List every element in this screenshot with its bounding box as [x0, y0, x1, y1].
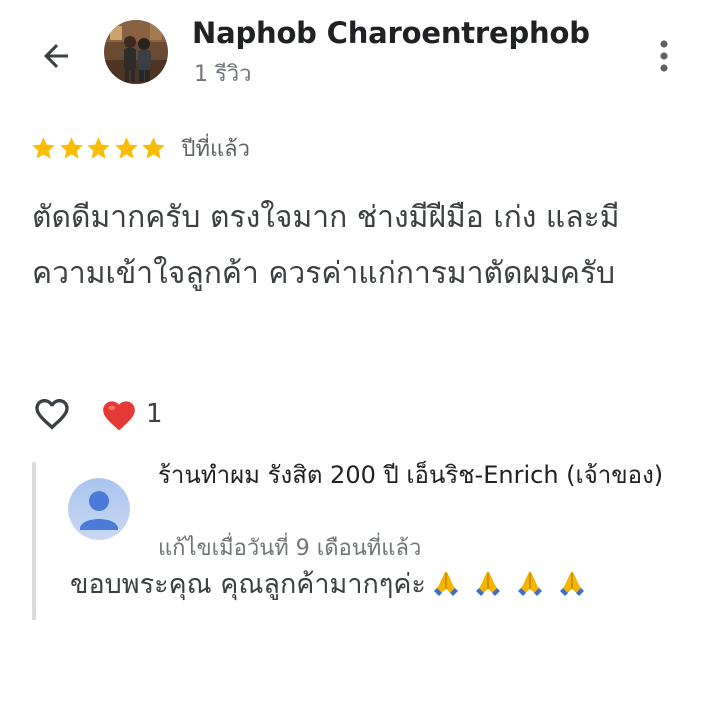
person-icon: [68, 478, 130, 540]
folded-hands-icon: [475, 571, 500, 596]
red-heart-icon: [103, 401, 135, 431]
star-icon: [114, 136, 138, 159]
folded-hands-icon: [517, 571, 542, 596]
review-count: 1 รีวิว: [194, 62, 252, 87]
reviewer-avatar[interactable]: [104, 20, 168, 84]
like-button[interactable]: [32, 392, 72, 436]
reaction-count: 1: [146, 399, 163, 429]
owner-reply: ร้านทำผม รังสิต 200 ปี เอ็นริช-Enrich (เ…: [32, 461, 692, 620]
more-vert-icon: [660, 40, 668, 72]
owner-reply-message: ขอบพระคุณ คุณลูกค้ามากๆค่ะ: [70, 569, 426, 600]
folded-hands-icon: [433, 571, 458, 596]
rating-row: ปีที่แล้ว: [30, 130, 250, 166]
heart-outline-icon: [35, 399, 69, 430]
back-button[interactable]: [32, 34, 80, 78]
more-options-button[interactable]: [646, 32, 682, 80]
emoji-row: [430, 567, 588, 599]
review-actions: 1: [32, 390, 163, 438]
star-rating: [30, 135, 168, 162]
owner-name: ร้านทำผม รังสิต 200 ปี เอ็นริช-Enrich (เ…: [158, 461, 664, 489]
owner-avatar[interactable]: [68, 478, 130, 540]
heart-reaction[interactable]: 1: [100, 396, 163, 432]
reviewer-name[interactable]: Naphob Charoentrephob: [192, 16, 590, 50]
owner-reply-time: แก้ไขเมื่อวันที่ 9 เดือนที่แล้ว: [158, 536, 422, 561]
review-body: ตัดดีมากครับ ตรงใจมาก ช่างมีฝีมือ เก่ง แ…: [32, 200, 620, 291]
folded-hands-icon: [559, 571, 584, 596]
star-icon: [59, 136, 83, 159]
star-icon: [87, 136, 110, 159]
arrow-back-icon: [44, 44, 68, 68]
owner-reply-text: ขอบพระคุณ คุณลูกค้ามากๆค่ะ: [70, 562, 588, 605]
review-date: ปีที่แล้ว: [181, 136, 250, 162]
review-header: Naphob Charoentrephob 1 รีวิว: [0, 0, 720, 110]
star-icon: [32, 136, 55, 159]
star-icon: [142, 136, 165, 159]
